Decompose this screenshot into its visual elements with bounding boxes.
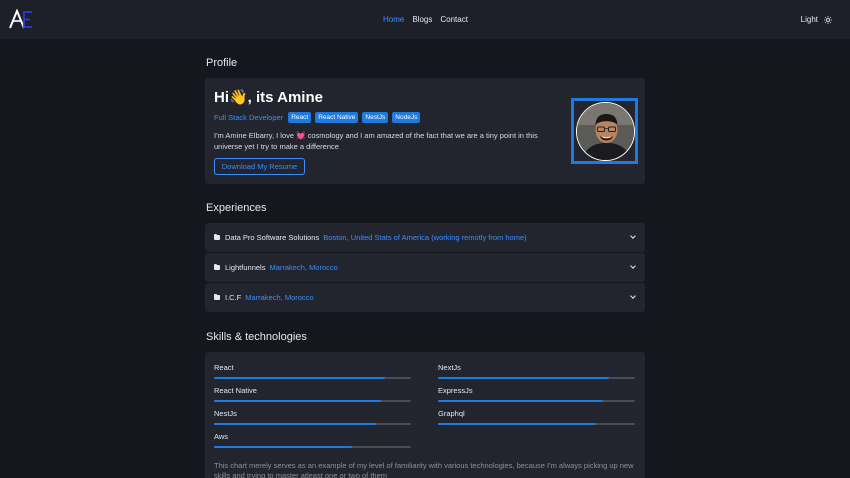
folder-icon	[214, 234, 220, 240]
tech-tag: React	[288, 112, 312, 123]
nav-link-home[interactable]: Home	[383, 15, 404, 24]
tech-tag: React Native	[315, 112, 359, 123]
folder-icon	[214, 264, 220, 270]
skill-name: Graphql	[438, 409, 465, 418]
theme-toggle-label: Light	[800, 15, 818, 24]
skill-bar-fill	[214, 377, 386, 379]
skill-bar-fill	[438, 400, 604, 402]
skill-item: React Native	[214, 386, 411, 402]
skills-section-title: Skills & technologies	[206, 331, 307, 343]
nav-links: Home Blogs Contact	[383, 15, 468, 24]
experience-location: Marrakech, Morocco	[245, 293, 314, 302]
role-row: Full Stack Developer React React Native …	[214, 112, 421, 123]
skill-bar-fill	[438, 377, 610, 379]
skill-item: NestJs	[214, 409, 411, 425]
skill-bar	[438, 400, 635, 402]
skill-name: React	[214, 363, 234, 372]
chevron-down-icon	[630, 233, 636, 239]
chevron-down-icon	[630, 263, 636, 269]
avatar-frame	[571, 98, 638, 164]
skills-card: React NextJs React Native ExpressJs Nest…	[205, 352, 645, 478]
profile-bio: I'm Amine Elbarry, I love 💓 cosmology an…	[214, 131, 538, 151]
skill-bar	[438, 377, 635, 379]
skill-item: ExpressJs	[438, 386, 635, 402]
experience-item[interactable]: I.C.F Marrakech, Morocco	[205, 283, 645, 312]
skill-bar	[214, 446, 411, 448]
skill-bar	[214, 400, 411, 402]
experience-company: Data Pro Software Solutions	[225, 233, 320, 242]
experience-item[interactable]: Data Pro Software Solutions Boston, Unit…	[205, 223, 645, 252]
nav-link-blogs[interactable]: Blogs	[412, 15, 432, 24]
download-resume-button[interactable]: Download My Resume	[214, 158, 305, 175]
skill-bar	[214, 423, 411, 425]
profile-greeting: Hi👋, its Amine	[214, 89, 323, 106]
skill-name: ExpressJs	[438, 386, 473, 395]
profile-card: Hi👋, its Amine Full Stack Developer Reac…	[205, 78, 645, 184]
skill-bar	[214, 377, 411, 379]
experiences-section-title: Experiences	[206, 202, 267, 214]
skills-note: This chart merely serves as an example o…	[214, 461, 634, 478]
avatar-portrait-icon	[577, 103, 634, 160]
tech-tag: NestJs	[362, 112, 389, 123]
chevron-down-icon	[630, 293, 636, 299]
logo-icon[interactable]	[9, 9, 33, 29]
skill-item: Aws	[214, 432, 411, 448]
experience-item[interactable]: Lightfunnels Marrakech, Morocco	[205, 253, 645, 282]
top-navbar: Home Blogs Contact Light	[0, 0, 850, 39]
skill-name: Aws	[214, 432, 229, 441]
skill-item: React	[214, 363, 411, 379]
avatar	[576, 102, 635, 161]
skill-bar-fill	[214, 423, 376, 425]
experience-location: Marrakech, Morocco	[269, 263, 338, 272]
tech-tag: NodeJs	[392, 112, 421, 123]
profile-role: Full Stack Developer	[214, 113, 284, 122]
skill-name: NextJs	[438, 363, 461, 372]
skill-name: React Native	[214, 386, 257, 395]
skill-item: NextJs	[438, 363, 635, 379]
skill-item: Graphql	[438, 409, 635, 425]
skill-bar-fill	[214, 446, 352, 448]
skill-bar	[438, 423, 635, 425]
skill-name: NestJs	[214, 409, 237, 418]
folder-icon	[214, 294, 220, 300]
experience-company: I.C.F	[225, 293, 242, 302]
profile-section-title: Profile	[206, 57, 238, 69]
sun-icon	[824, 15, 832, 24]
skill-bar-fill	[438, 423, 596, 425]
skill-bar-fill	[214, 400, 382, 402]
experience-company: Lightfunnels	[225, 263, 266, 272]
nav-link-contact[interactable]: Contact	[440, 15, 468, 24]
theme-toggle[interactable]: Light	[801, 15, 832, 24]
experience-location: Boston, United Stats of America (working…	[323, 233, 527, 242]
